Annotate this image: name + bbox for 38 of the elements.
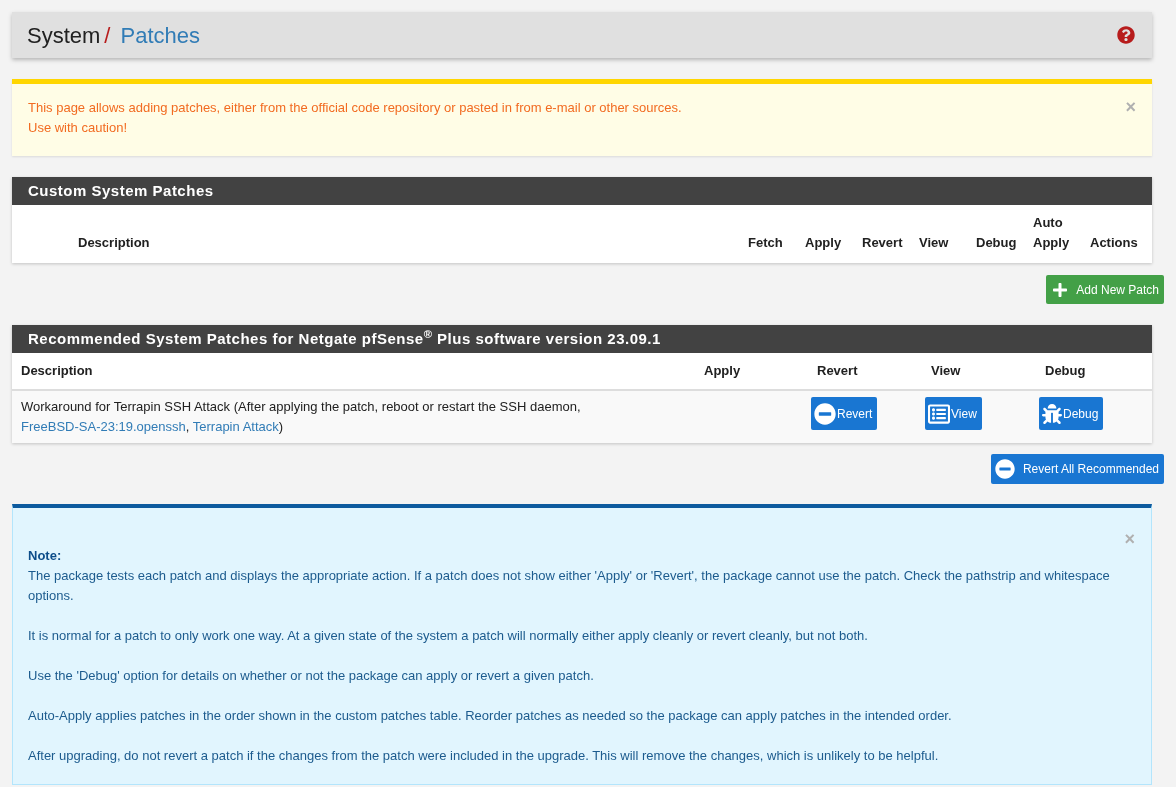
add-new-patch-button[interactable]: Add New Patch bbox=[1046, 275, 1164, 304]
panel-title: Custom System Patches bbox=[12, 177, 1152, 205]
note-paragraph: After upgrading, do not revert a patch if the changes from the patch were included in the upgrade. This will remove the changes, which is unlikely to be helpful. bbox=[28, 747, 940, 765]
column-header: Fetch bbox=[748, 205, 805, 263]
list-icon bbox=[928, 402, 950, 425]
debug-button[interactable]: Debug bbox=[1039, 397, 1104, 430]
note-paragraph: Use the 'Debug' option for details on whether or not the package can apply or revert a given patch. bbox=[28, 667, 595, 685]
help-icon[interactable] bbox=[1117, 26, 1135, 44]
bug-icon bbox=[1042, 402, 1062, 425]
column-header: Auto Apply bbox=[1033, 205, 1090, 263]
column-header: Apply bbox=[695, 353, 808, 390]
column-header: Description bbox=[12, 205, 748, 263]
plus-icon bbox=[1052, 281, 1069, 298]
patch-description: Workaround for Terrapin SSH Attack (After applying the patch, reboot or restart the SSH daemon, FreeBSD-SA-23:19.openssh, Terrapin Attack) bbox=[21, 399, 581, 434]
note-paragraph: It is normal for a patch to only work one way. At a given state of the system a patch will normally either apply cleanly or revert cleanly, but not both. bbox=[28, 627, 869, 645]
link[interactable]: FreeBSD-SA-23:19.openssh bbox=[21, 419, 186, 434]
column-header: Revert bbox=[808, 353, 922, 390]
column-header: View bbox=[922, 353, 1036, 390]
note-paragraph: The package tests each patch and displays the appropriate action. If a patch does not show either 'Apply' or 'Revert', the package cannot use the patch. Check the pathstrip and whitespace options. bbox=[28, 567, 1111, 605]
warning-text: Use with caution! bbox=[28, 119, 128, 137]
note-heading: Note: bbox=[28, 547, 63, 565]
revert-all-recommended-button[interactable]: Revert All Recommended bbox=[990, 454, 1164, 484]
column-header: Revert bbox=[862, 205, 919, 263]
column-header: Actions bbox=[1090, 234, 1139, 252]
column-header: View bbox=[919, 205, 976, 263]
view-button[interactable]: View bbox=[925, 397, 982, 430]
column-header: Debug bbox=[1036, 353, 1152, 390]
breadcrumb-section: System bbox=[27, 18, 101, 52]
note-paragraph: Auto-Apply applies patches in the order shown in the custom patches table. Reorder patches as needed so the package can apply patches in the intended order. bbox=[28, 707, 953, 725]
column-header: Description bbox=[12, 353, 695, 390]
column-header: Debug bbox=[976, 205, 1033, 263]
breadcrumb-page[interactable]: Patches bbox=[120, 18, 200, 52]
warning-text: This page allows adding patches, either from the official code repository or pasted in from e-mail or other sources. bbox=[28, 99, 682, 117]
breadcrumb-separator: / bbox=[104, 21, 111, 50]
panel-title: Recommended System Patches for Netgate pfSense$^{®}$ Plus software version 23.09.1 bbox=[28, 327, 661, 349]
revert-button[interactable]: Revert bbox=[811, 397, 878, 430]
link[interactable]: Terrapin Attack bbox=[192, 419, 279, 434]
column-header: Apply bbox=[805, 205, 862, 263]
